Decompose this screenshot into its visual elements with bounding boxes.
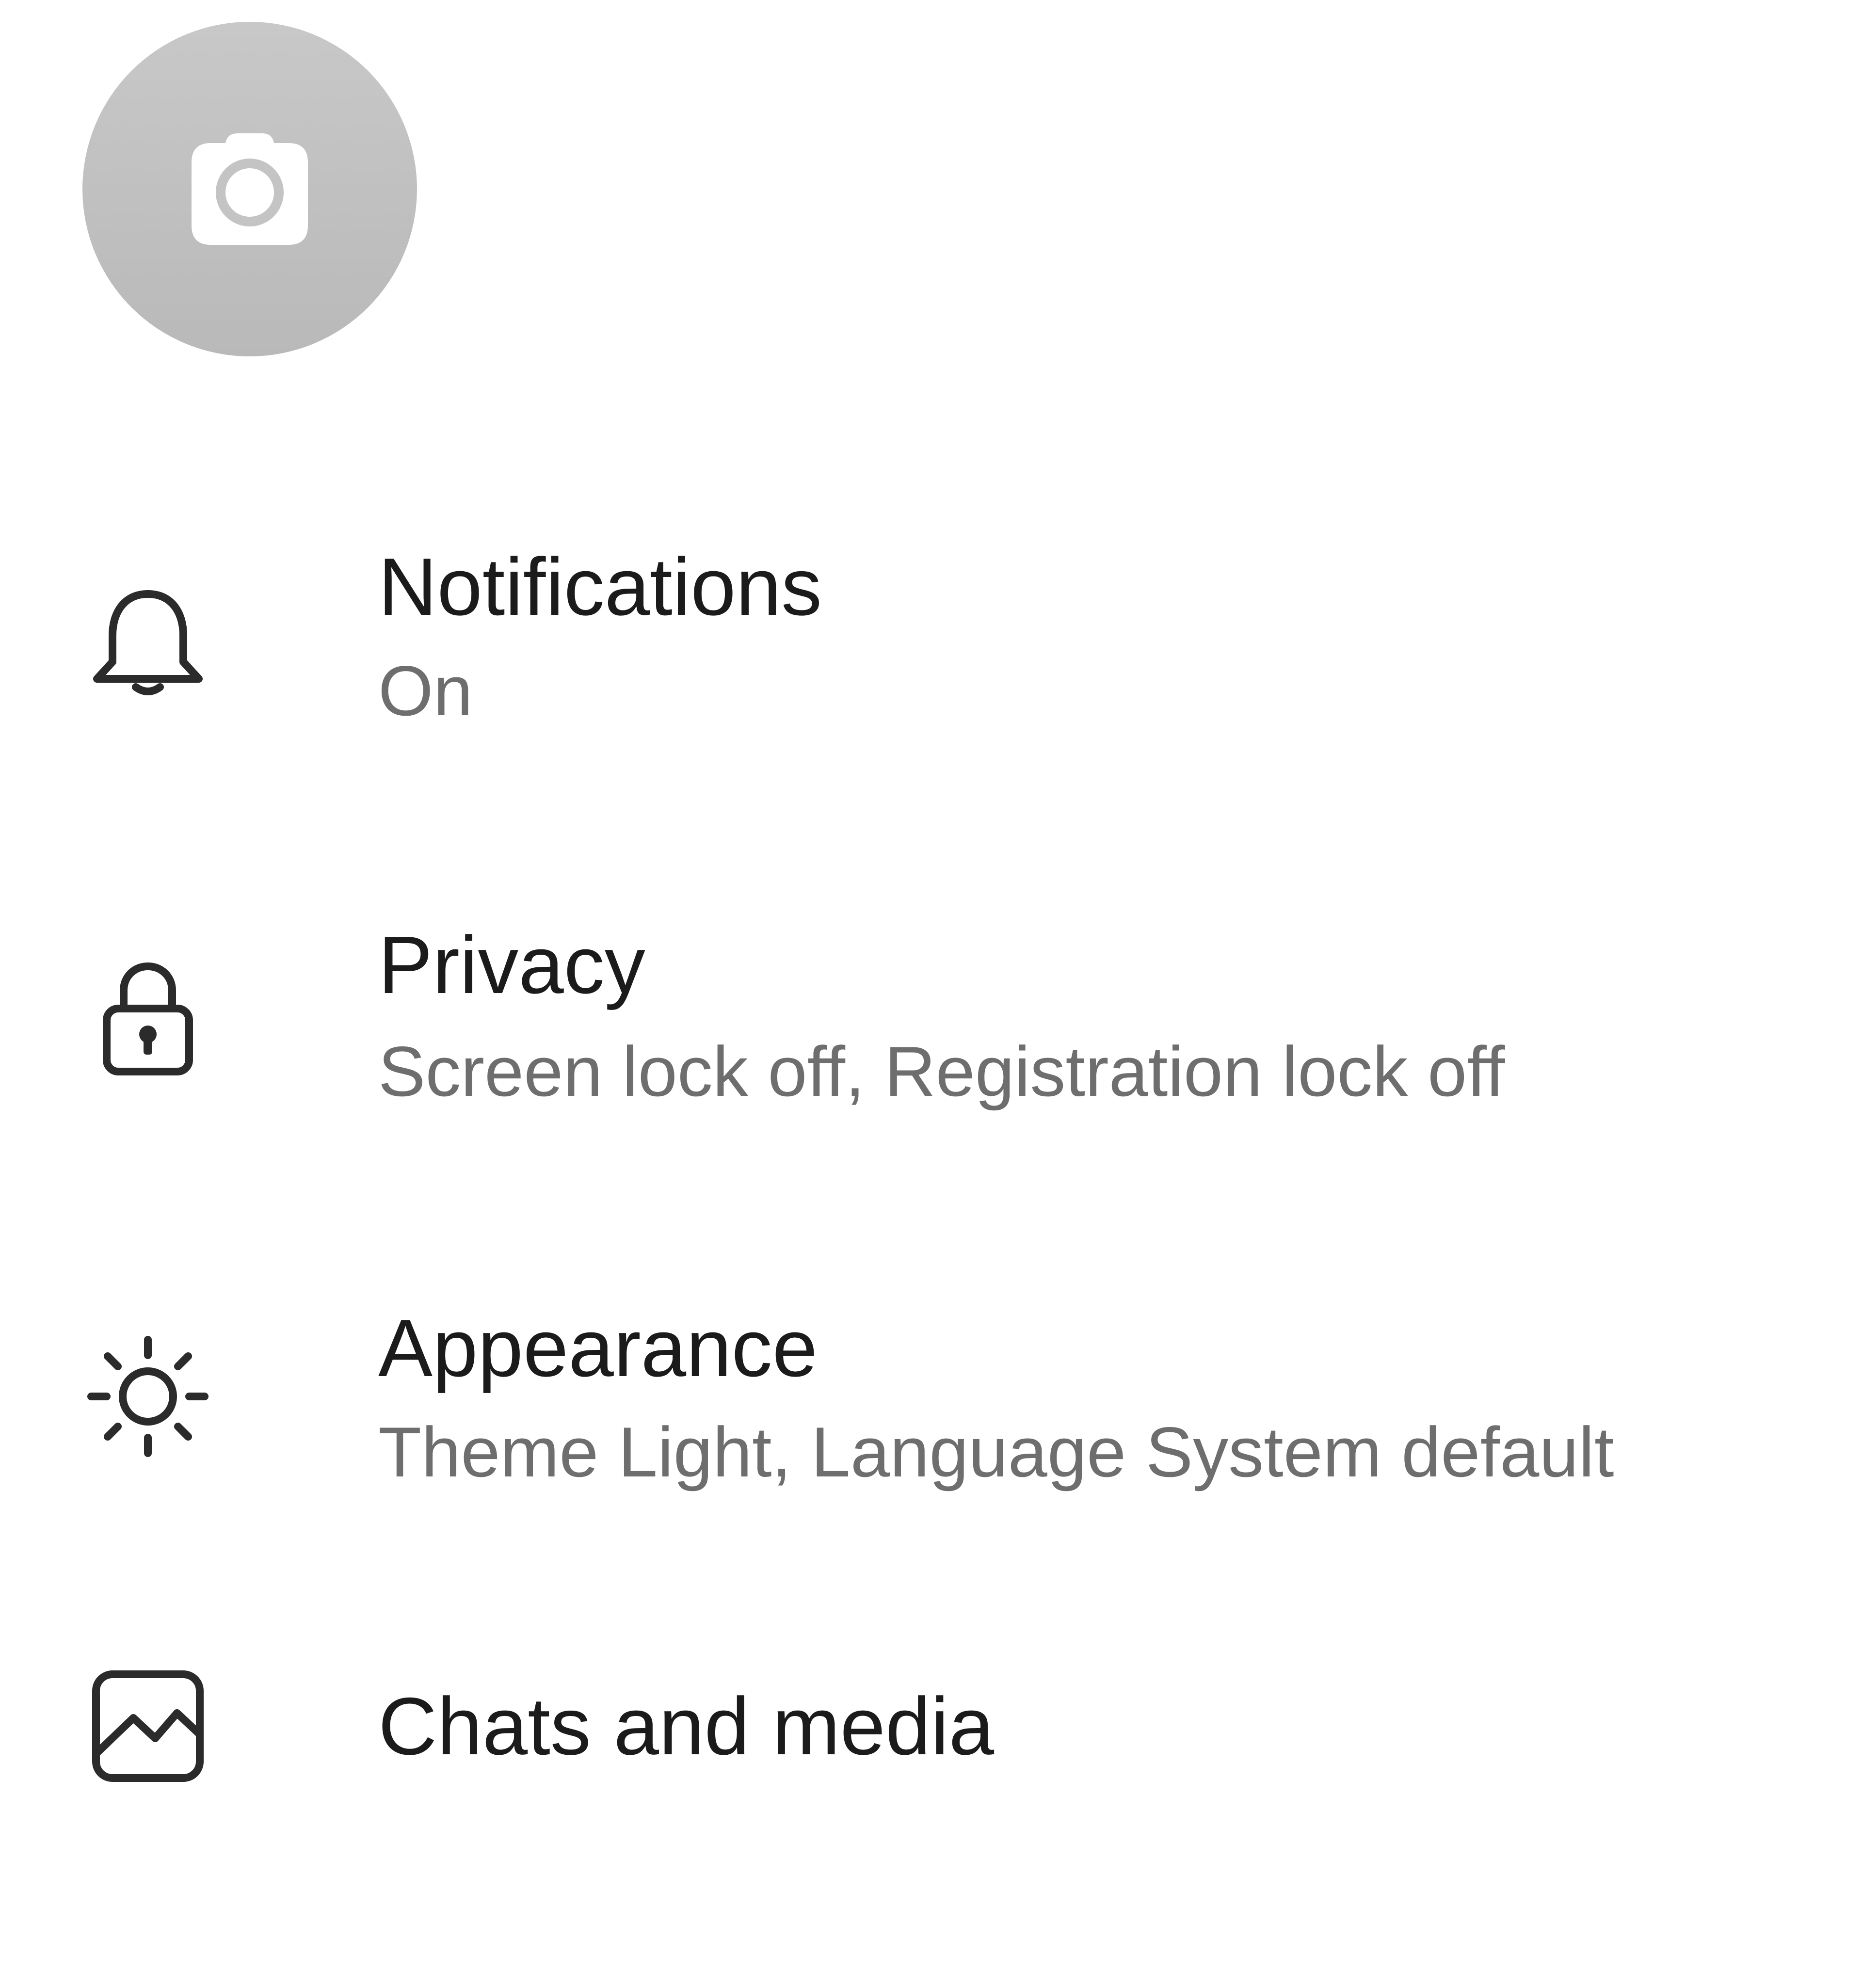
item-title: Notifications bbox=[378, 541, 822, 632]
settings-item-privacy[interactable]: Privacy Screen lock off, Registration lo… bbox=[0, 890, 1862, 1229]
bell-icon bbox=[87, 579, 209, 701]
profile-header bbox=[0, 0, 1862, 369]
settings-item-notifications[interactable]: Notifications On bbox=[0, 509, 1862, 849]
lock-icon bbox=[87, 958, 209, 1079]
item-title: Chats and media bbox=[378, 1681, 995, 1772]
item-summary: On bbox=[378, 651, 473, 730]
camera-icon bbox=[192, 133, 308, 245]
settings-item-chats-and-media[interactable]: Chats and media bbox=[0, 1649, 1862, 1988]
sun-icon bbox=[87, 1336, 209, 1457]
image-icon bbox=[87, 1666, 209, 1787]
item-summary: Theme Light, Language System default bbox=[378, 1412, 1614, 1491]
profile-avatar[interactable] bbox=[82, 22, 417, 356]
item-title: Appearance bbox=[378, 1302, 818, 1394]
item-title: Privacy bbox=[378, 919, 645, 1010]
settings-item-appearance[interactable]: Appearance Theme Light, Language System … bbox=[0, 1270, 1862, 1610]
item-summary: Screen lock off, Registration lock off bbox=[378, 1032, 1505, 1111]
